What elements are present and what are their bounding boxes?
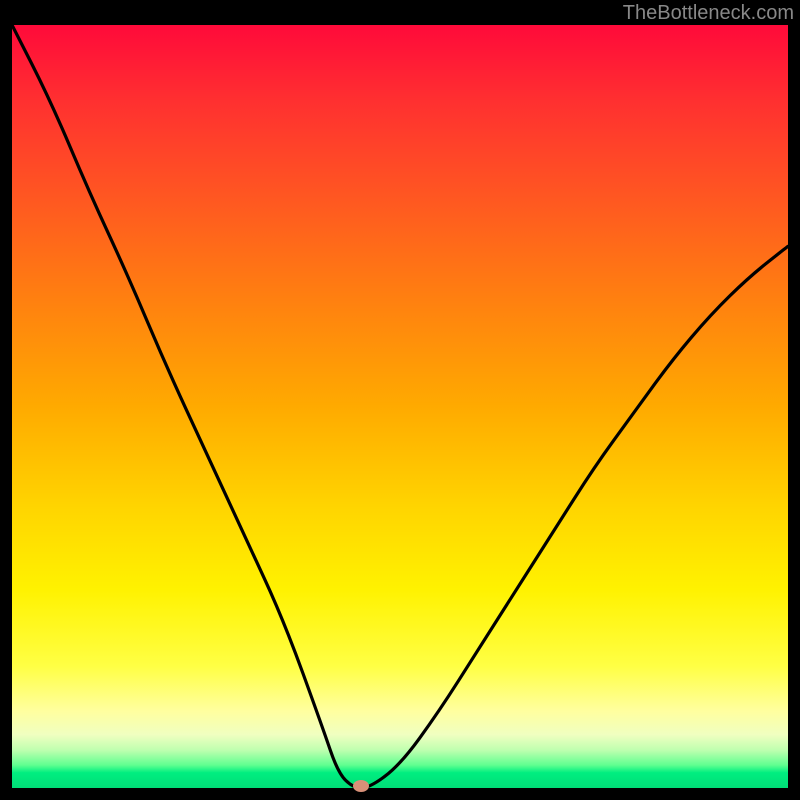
watermark-text: TheBottleneck.com: [623, 2, 794, 25]
mismatch-curve: [12, 25, 788, 788]
optimal-point-marker: [353, 780, 369, 792]
plot-gradient-background: [12, 25, 788, 788]
